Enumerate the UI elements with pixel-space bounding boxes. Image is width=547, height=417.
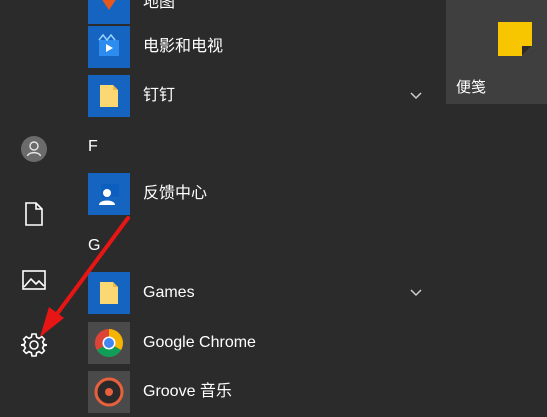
sticky-notes-label: 便笺 [456, 79, 487, 96]
user-icon [21, 136, 47, 162]
groove-music-icon [94, 377, 124, 407]
app-list: 地图 电影和电视 钉钉 F 反馈中心 G Games Google Chrome… [68, 0, 446, 413]
live-tiles-area: 便笺 [446, 0, 547, 400]
app-name: 钉钉 [143, 87, 176, 104]
settings-button[interactable] [8, 325, 60, 365]
app-item-movies-tv[interactable]: 电影和电视 [68, 22, 424, 72]
app-name: Games [143, 284, 195, 301]
feedback-hub-icon [99, 184, 119, 205]
chevron-down-icon[interactable] [408, 88, 424, 104]
google-chrome-tile [88, 322, 130, 364]
documents-icon [25, 202, 43, 226]
chevron-down-icon[interactable] [408, 285, 424, 301]
app-item-feedback-hub[interactable]: 反馈中心 [68, 169, 424, 219]
app-name: 电影和电视 [143, 38, 224, 55]
maps-tile [88, 0, 130, 24]
pictures-button[interactable] [8, 260, 60, 300]
app-item-games[interactable]: Games [68, 268, 424, 318]
start-left-rail [0, 0, 68, 400]
feedback-hub-tile [88, 173, 130, 215]
app-item-groove-music[interactable]: Groove 音乐 [68, 367, 424, 417]
user-account-button[interactable] [8, 129, 60, 169]
app-item-dingtalk[interactable]: 钉钉 [68, 71, 424, 121]
section-header-g[interactable]: G [88, 231, 118, 261]
section-header-f[interactable]: F [88, 132, 118, 162]
documents-button[interactable] [8, 194, 60, 234]
sticky-notes-tile[interactable]: 便笺 [446, 0, 547, 104]
games-tile [88, 272, 130, 314]
folder-icon [100, 282, 118, 304]
folder-icon [100, 85, 118, 107]
settings-icon [21, 333, 47, 357]
groove-music-tile [88, 371, 130, 413]
app-name: Google Chrome [143, 334, 256, 351]
app-name: 反馈中心 [143, 185, 208, 202]
sticky-notes-icon [498, 22, 532, 56]
pictures-icon [22, 270, 46, 290]
movies-tv-tile [88, 26, 130, 68]
dingtalk-tile [88, 75, 130, 117]
maps-icon [102, 0, 116, 10]
app-item-google-chrome[interactable]: Google Chrome [68, 318, 424, 368]
chrome-icon [95, 329, 123, 357]
app-name: Groove 音乐 [143, 383, 232, 400]
movies-tv-icon [98, 34, 119, 56]
